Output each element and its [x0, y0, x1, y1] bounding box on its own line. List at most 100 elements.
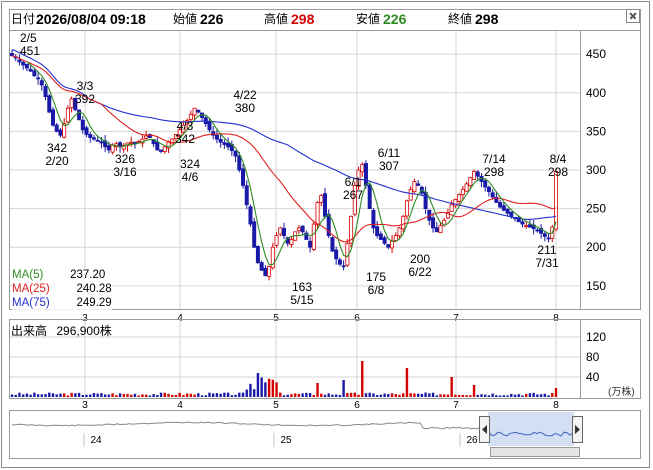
volume-bar: [10, 394, 14, 397]
candle-body: [330, 237, 335, 252]
volume-bar: [405, 368, 409, 397]
y-tick-label: 350: [586, 124, 606, 138]
volume-bar: [308, 393, 312, 397]
navigator-scrollbar[interactable]: [490, 447, 580, 457]
candle-body: [222, 142, 227, 145]
volume-bar: [252, 389, 256, 397]
volume-bar: [364, 393, 368, 397]
volume-bar: [498, 395, 502, 397]
volume-bar: [171, 394, 174, 397]
candle-body: [214, 134, 219, 140]
volume-bar: [506, 395, 509, 397]
volume-bar: [390, 393, 394, 397]
annotation-text: 7/14: [482, 152, 506, 166]
candle-body: [17, 59, 22, 63]
candle-body: [501, 205, 506, 211]
volume-bar: [55, 394, 58, 397]
volume-bar: [297, 393, 301, 397]
candle-body: [95, 139, 100, 142]
volume-bar: [182, 394, 185, 397]
annotation-3-16: 3263/16: [113, 152, 137, 179]
volume-month-label: 3: [82, 400, 88, 411]
volume-bar: [14, 394, 17, 397]
volume-bar: [331, 394, 334, 397]
volume-bar: [96, 393, 99, 397]
close-button[interactable]: [626, 9, 640, 23]
volume-bar: [290, 394, 293, 397]
candle-body: [367, 184, 372, 210]
candle-body: [438, 225, 443, 234]
volume-bar: [148, 395, 152, 397]
volume-bar: [334, 394, 338, 397]
volume-bar: [469, 395, 472, 397]
volume-bar: [66, 395, 70, 397]
candle-body: [520, 221, 525, 225]
candle-body: [162, 146, 167, 152]
navigator-selection[interactable]: [488, 412, 574, 446]
volume-bar: [260, 377, 263, 397]
candle-body: [460, 188, 465, 195]
candle-body: [524, 225, 529, 228]
volume-bar: [208, 392, 211, 397]
volume-bar: [293, 393, 297, 397]
volume-bar: [92, 392, 96, 397]
volume-bar: [267, 378, 271, 397]
candle-body: [390, 240, 395, 249]
candle-body: [341, 265, 346, 268]
volume-bar: [107, 394, 111, 397]
annotation-text: 3/16: [113, 165, 137, 179]
candle-body: [337, 259, 342, 265]
volume-bar: [282, 395, 286, 397]
candle-body: [129, 141, 134, 144]
candle-body: [43, 86, 48, 98]
candle-body: [408, 188, 413, 201]
volume-bar: [372, 393, 375, 397]
close-value: 298: [475, 11, 499, 27]
volume-bar: [528, 393, 532, 397]
annotation-4-3: 4/3342: [175, 119, 195, 146]
volume-bar: [77, 392, 81, 397]
candle-body: [248, 206, 253, 225]
volume-bar: [279, 392, 282, 397]
volume-bar: [502, 395, 506, 397]
annotation-6-22: 2006/22: [408, 252, 432, 279]
volume-month-label: 7: [453, 400, 459, 411]
volume-month-label: 4: [177, 400, 183, 411]
candle-body: [77, 109, 82, 121]
volume-bar: [454, 394, 457, 397]
volume-tick-label: 80: [586, 350, 600, 364]
annotation-text: 4/22: [233, 88, 257, 102]
navigator-left-handle[interactable]: [479, 416, 490, 443]
volume-bar: [126, 393, 129, 397]
candle-body: [218, 138, 223, 143]
volume-header: 出来高 296,900株: [11, 322, 112, 339]
ma75-legend: MA(75) 249.29: [12, 297, 112, 309]
annotation-text: 175: [366, 270, 386, 284]
annotation-4-22: 4/22380: [233, 88, 257, 115]
volume-bar: [480, 394, 483, 397]
y-tick-label: 450: [586, 47, 606, 61]
volume-bar: [130, 394, 133, 397]
candle-body: [423, 191, 428, 210]
annotation-text: 5/15: [290, 293, 314, 307]
candle-body: [296, 227, 301, 232]
annotation-text: 326: [115, 152, 135, 166]
volume-bar: [368, 392, 371, 397]
volume-bar: [223, 392, 226, 397]
candle-body: [144, 135, 149, 139]
volume-bar: [547, 395, 550, 397]
volume-bar: [152, 394, 155, 397]
volume-bar: [346, 392, 349, 397]
candle-body: [24, 63, 29, 69]
volume-bar: [230, 395, 234, 397]
candle-body: [106, 145, 111, 151]
candle-body: [322, 193, 327, 217]
volume-bar: [74, 393, 77, 397]
volume-bar: [200, 395, 204, 397]
candle-body: [47, 95, 52, 113]
volume-bar: [349, 392, 353, 397]
volume-bar: [472, 385, 476, 397]
volume-bar: [189, 393, 193, 397]
navigator-right-handle[interactable]: [572, 416, 583, 443]
annotation-text: 163: [292, 280, 312, 294]
